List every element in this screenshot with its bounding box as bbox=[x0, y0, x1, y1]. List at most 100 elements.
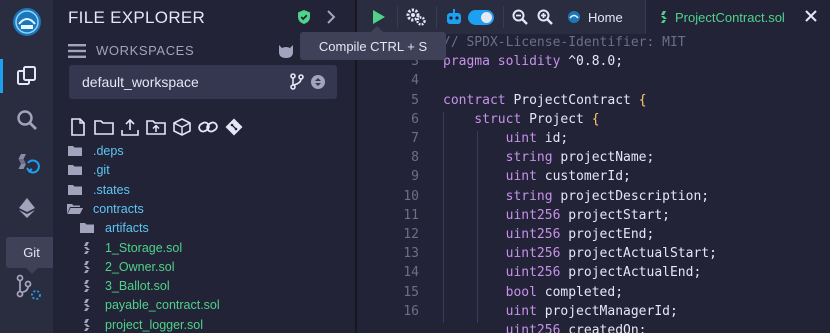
search-icon[interactable] bbox=[0, 100, 53, 140]
topbar-separator bbox=[503, 6, 504, 28]
code-line: uint256 projectStart; bbox=[443, 208, 670, 223]
code-token: projectDescription; bbox=[560, 188, 710, 204]
cube-icon[interactable] bbox=[171, 116, 193, 138]
tree-file[interactable]: project_logger.sol bbox=[53, 315, 355, 333]
git-branch-icon[interactable] bbox=[290, 73, 304, 95]
tree-folder[interactable]: contracts bbox=[53, 199, 355, 219]
remix-logo-icon[interactable] bbox=[0, 2, 53, 42]
code-token: string bbox=[443, 150, 561, 166]
tree-file[interactable]: 3_Ballot.sol bbox=[53, 276, 355, 296]
line-number: 15 bbox=[403, 284, 419, 300]
tree-item-label: 1_Storage.sol bbox=[105, 240, 183, 255]
code-token: uint bbox=[443, 303, 545, 319]
tree-folder[interactable]: .deps bbox=[53, 141, 355, 161]
code-token: string bbox=[443, 188, 561, 204]
link-icon[interactable] bbox=[197, 116, 219, 138]
git-clone-icon[interactable] bbox=[223, 116, 245, 138]
line-number: 12 bbox=[403, 227, 419, 242]
code-token: projectEnd; bbox=[568, 227, 655, 242]
top-bar: Home ProjectContract.sol bbox=[357, 0, 830, 34]
ai-robot-icon[interactable] bbox=[443, 0, 465, 34]
code-line: struct Project { bbox=[443, 111, 599, 127]
hamburger-menu-icon[interactable] bbox=[68, 44, 86, 63]
workspace-select[interactable]: default_workspace bbox=[69, 65, 337, 99]
github-icon[interactable] bbox=[276, 42, 296, 65]
tree-item-label: contracts bbox=[93, 201, 144, 216]
deploy-run-icon[interactable] bbox=[0, 188, 53, 228]
tree-folder[interactable]: artifacts bbox=[53, 218, 355, 238]
code-line: uint customerId; bbox=[443, 169, 631, 184]
git-tooltip-label: Git bbox=[23, 245, 40, 260]
code-line: uint256 projectActualEnd; bbox=[443, 265, 702, 281]
code-token: // SPDX-License-Identifier: MIT bbox=[443, 35, 686, 50]
tree-file[interactable]: payable_contract.sol bbox=[53, 295, 355, 315]
code-line: uint projectManagerId; bbox=[443, 304, 678, 319]
zoom-in-icon[interactable] bbox=[534, 0, 556, 34]
line-number: 9 bbox=[411, 169, 419, 185]
code-editor[interactable]: 2345678910111213141516 // SPDX-License-I… bbox=[357, 34, 830, 333]
code-line: uint256 projectEnd; bbox=[443, 227, 655, 242]
line-number: 10 bbox=[403, 188, 419, 204]
code-token: uint256 bbox=[443, 323, 569, 333]
solidity-compiler-icon[interactable] bbox=[0, 144, 53, 184]
solidity-file-icon bbox=[79, 260, 95, 274]
tree-item-label: project_logger.sol bbox=[105, 317, 203, 332]
code-token: Project bbox=[529, 111, 592, 127]
tree-folder[interactable]: .git bbox=[53, 160, 355, 180]
solidity-file-icon bbox=[660, 10, 668, 24]
settings-gears-icon[interactable] bbox=[403, 0, 429, 34]
code-token: projectStart; bbox=[568, 207, 670, 223]
solidity-file-icon bbox=[79, 279, 95, 293]
tree-file[interactable]: 1_Storage.sol bbox=[53, 238, 355, 258]
code-token: uint256 bbox=[443, 265, 569, 281]
topbar-separator bbox=[436, 6, 437, 28]
chevron-right-icon[interactable] bbox=[326, 9, 336, 30]
tree-item-label: payable_contract.sol bbox=[105, 298, 220, 313]
shield-check-icon[interactable] bbox=[297, 9, 311, 30]
tab-project-contract[interactable]: ProjectContract.sol bbox=[646, 0, 830, 34]
remix-home-icon bbox=[567, 10, 581, 24]
code-token: projectName; bbox=[560, 150, 655, 166]
explorer-toolbar bbox=[67, 116, 245, 138]
close-tab-icon[interactable] bbox=[805, 10, 817, 22]
code-token: id; bbox=[544, 131, 569, 146]
code-token: projectManagerId; bbox=[544, 303, 678, 319]
solidity-file-icon bbox=[79, 298, 95, 312]
tab-home[interactable]: Home bbox=[567, 0, 645, 34]
tab-project-contract-label: ProjectContract.sol bbox=[675, 9, 785, 25]
folder-icon bbox=[67, 163, 83, 177]
zoom-out-icon[interactable] bbox=[509, 0, 531, 34]
git-tooltip: Git bbox=[6, 237, 57, 268]
folder-icon bbox=[79, 221, 95, 235]
line-number: 13 bbox=[403, 246, 419, 262]
select-toggle-icon[interactable] bbox=[311, 75, 325, 94]
line-number: 5 bbox=[411, 92, 419, 108]
code-line: uint id; bbox=[443, 131, 569, 146]
workspaces-label: WORKSPACES bbox=[96, 43, 195, 58]
compile-tooltip: Compile CTRL + S bbox=[300, 32, 446, 60]
code-line: contract ProjectContract { bbox=[443, 93, 647, 108]
tree-file[interactable]: 2_Owner.sol bbox=[53, 257, 355, 277]
file-explorer-icon[interactable] bbox=[0, 56, 53, 96]
folder-icon bbox=[67, 144, 83, 158]
compile-tooltip-arrow bbox=[371, 26, 383, 32]
code-token: uint256 bbox=[443, 207, 569, 223]
solidity-file-icon bbox=[79, 318, 95, 332]
tree-item-label: 2_Owner.sol bbox=[105, 259, 175, 274]
new-file-icon[interactable] bbox=[67, 116, 89, 138]
code-line: // SPDX-License-Identifier: MIT bbox=[443, 35, 686, 50]
tree-folder[interactable]: .states bbox=[53, 180, 355, 200]
line-number: 4 bbox=[411, 73, 419, 89]
code-line: pragma solidity ^0.8.0; bbox=[443, 54, 623, 69]
tab-home-label: Home bbox=[588, 9, 623, 25]
upload-file-icon[interactable] bbox=[119, 116, 141, 138]
code-token: projectActualStart; bbox=[568, 246, 717, 262]
ai-toggle-switch[interactable] bbox=[467, 0, 495, 34]
code-token: uint256 bbox=[443, 246, 569, 262]
upload-folder-icon[interactable] bbox=[145, 116, 167, 138]
code-line: bool completed; bbox=[443, 285, 623, 300]
new-folder-icon[interactable] bbox=[93, 116, 115, 138]
line-number-gutter: 2345678910111213141516 bbox=[357, 34, 419, 333]
code-token: { bbox=[638, 92, 647, 108]
code-token: createdOn; bbox=[568, 323, 647, 333]
